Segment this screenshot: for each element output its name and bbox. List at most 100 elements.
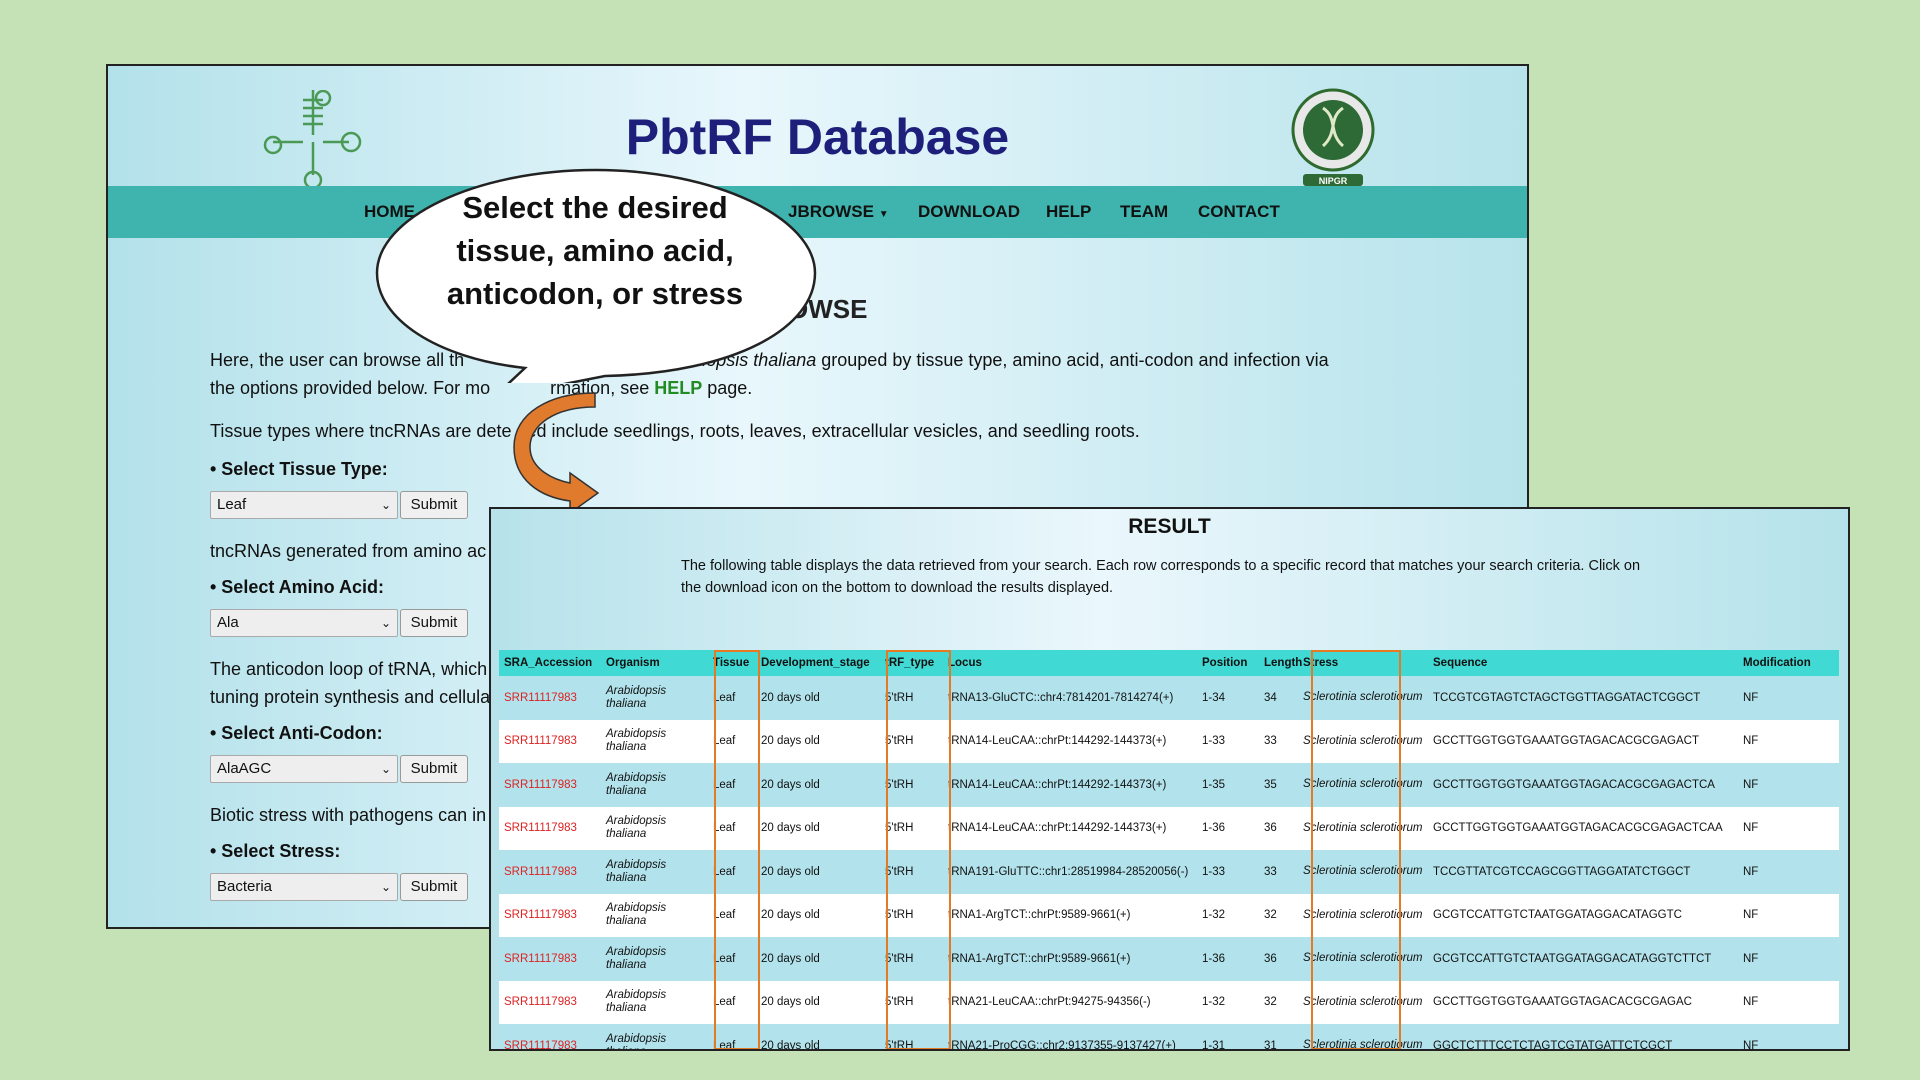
table-cell: 20 days old <box>756 719 880 763</box>
column-header[interactable]: Locus <box>943 650 1197 676</box>
table-cell: 1-33 <box>1197 719 1259 763</box>
accession-link[interactable]: SRR11117983 <box>499 893 601 937</box>
anticodon-select[interactable]: AlaAGC ⌄ <box>210 755 398 783</box>
nav-help[interactable]: HELP <box>1046 202 1091 222</box>
table-cell: GCCTTGGTGGTGAAATGGTAGACACGCGAGACTCA <box>1428 763 1738 807</box>
amino-submit-button[interactable]: Submit <box>400 609 468 637</box>
table-row: SRR11117983Arabidopsis thalianaLeaf20 da… <box>499 893 1839 937</box>
table-cell: NF <box>1738 1024 1839 1049</box>
tissue-column-highlight <box>714 650 760 1049</box>
table-cell: NF <box>1738 980 1839 1024</box>
stress-select[interactable]: Bacteria ⌄ <box>210 873 398 901</box>
nav-contact[interactable]: CONTACT <box>1198 202 1280 222</box>
accession-link[interactable]: SRR11117983 <box>499 937 601 981</box>
column-header[interactable]: Position <box>1197 650 1259 676</box>
table-cell: 34 <box>1259 676 1298 720</box>
table-cell: tRNA1-ArgTCT::chrPt:9589-9661(+) <box>943 893 1197 937</box>
table-row: SRR11117983Arabidopsis thalianaLeaf20 da… <box>499 1024 1839 1049</box>
result-panel: RESULT The following table displays the … <box>489 507 1850 1051</box>
table-cell: Arabidopsis thaliana <box>601 676 708 720</box>
table-row: SRR11117983Arabidopsis thalianaLeaf20 da… <box>499 850 1839 894</box>
stress-column-highlight <box>1311 650 1401 1049</box>
accession-link[interactable]: SRR11117983 <box>499 719 601 763</box>
table-cell: 20 days old <box>756 980 880 1024</box>
table-cell: NF <box>1738 937 1839 981</box>
table-cell: 32 <box>1259 980 1298 1024</box>
table-cell: NF <box>1738 763 1839 807</box>
nav-team[interactable]: TEAM <box>1120 202 1168 222</box>
amino-acid-select[interactable]: Ala ⌄ <box>210 609 398 637</box>
chevron-down-icon: ⌄ <box>380 762 391 776</box>
tissue-select-label: • Select Tissue Type: <box>210 459 388 479</box>
table-row: SRR11117983Arabidopsis thalianaLeaf20 da… <box>499 676 1839 720</box>
table-cell: tRNA21-LeuCAA::chrPt:94275-94356(-) <box>943 980 1197 1024</box>
column-header[interactable]: Length <box>1259 650 1302 676</box>
column-header[interactable]: SRA_Accession <box>499 650 601 676</box>
tissue-select[interactable]: Leaf ⌄ <box>210 491 398 519</box>
table-cell: NF <box>1738 806 1839 850</box>
table-cell: NF <box>1738 676 1839 720</box>
table-cell: Arabidopsis thaliana <box>601 937 708 981</box>
table-cell: 1-32 <box>1197 893 1259 937</box>
table-cell: Arabidopsis thaliana <box>601 1024 708 1049</box>
table-cell: Arabidopsis thaliana <box>601 980 708 1024</box>
table-row: SRR11117983Arabidopsis thalianaLeaf20 da… <box>499 980 1839 1024</box>
anticodon-submit-button[interactable]: Submit <box>400 755 468 783</box>
column-header[interactable]: Sequence <box>1428 650 1738 676</box>
table-cell: 31 <box>1259 1024 1298 1049</box>
table-cell: 1-36 <box>1197 806 1259 850</box>
accession-link[interactable]: SRR11117983 <box>499 676 601 720</box>
table-cell: 20 days old <box>756 893 880 937</box>
table-cell: Arabidopsis thaliana <box>601 806 708 850</box>
column-header[interactable]: Development_stage <box>756 650 880 676</box>
column-header[interactable]: Organism <box>601 650 708 676</box>
table-cell: GCCTTGGTGGTGAAATGGTAGACACGCGAGAC <box>1428 980 1738 1024</box>
nav-download[interactable]: DOWNLOAD <box>918 202 1020 222</box>
table-cell: GCCTTGGTGGTGAAATGGTAGACACGCGAGACT <box>1428 719 1738 763</box>
tissue-submit-button[interactable]: Submit <box>400 491 468 519</box>
table-cell: 1-35 <box>1197 763 1259 807</box>
result-title: RESULT <box>1128 515 1211 538</box>
table-row: SRR11117983Arabidopsis thalianaLeaf20 da… <box>499 806 1839 850</box>
table-cell: 1-36 <box>1197 937 1259 981</box>
callout-text: Select the desired tissue, amino acid, a… <box>446 190 744 311</box>
table-cell: 20 days old <box>756 937 880 981</box>
accession-link[interactable]: SRR11117983 <box>499 806 601 850</box>
table-cell: tRNA14-LeuCAA::chrPt:144292-144373(+) <box>943 719 1197 763</box>
table-cell: 1-34 <box>1197 676 1259 720</box>
dropdown-caret-icon: ▼ <box>878 209 889 220</box>
stress-select-label: • Select Stress: <box>210 841 341 861</box>
table-cell: NF <box>1738 850 1839 894</box>
table-cell: 20 days old <box>756 763 880 807</box>
nipgr-logo-icon: NIPGR <box>1291 88 1375 186</box>
table-cell: 36 <box>1259 806 1298 850</box>
table-cell: tRNA191-GluTTC::chr1:28519984-28520056(-… <box>943 850 1197 894</box>
stress-submit-button[interactable]: Submit <box>400 873 468 901</box>
table-cell: NF <box>1738 893 1839 937</box>
table-cell: TCCGTCGTAGTCTAGCTGGTTAGGATACTCGGCT <box>1428 676 1738 720</box>
table-cell: GCGTCCATTGTCTAATGGATAGGACATAGGTC <box>1428 893 1738 937</box>
table-cell: 20 days old <box>756 1024 880 1049</box>
table-cell: tRNA21-ProCGG::chr2:9137355-9137427(+) <box>943 1024 1197 1049</box>
table-cell: GCCTTGGTGGTGAAATGGTAGACACGCGAGACTCAA <box>1428 806 1738 850</box>
table-row: SRR11117983Arabidopsis thalianaLeaf20 da… <box>499 763 1839 807</box>
table-cell: 1-33 <box>1197 850 1259 894</box>
table-cell: 36 <box>1259 937 1298 981</box>
accession-link[interactable]: SRR11117983 <box>499 980 601 1024</box>
table-cell: 33 <box>1259 850 1298 894</box>
table-cell: 33 <box>1259 719 1298 763</box>
result-description: The following table displays the data re… <box>681 558 1641 596</box>
table-cell: 32 <box>1259 893 1298 937</box>
tissue-note: Tissue types where tncRNAs are dete ted i… <box>210 421 1140 441</box>
table-cell: Arabidopsis thaliana <box>601 850 708 894</box>
table-cell: GCGTCCATTGTCTAATGGATAGGACATAGGTCTTCT <box>1428 937 1738 981</box>
table-cell: Arabidopsis thaliana <box>601 893 708 937</box>
nipgr-logo-text: NIPGR <box>1319 176 1348 186</box>
column-header[interactable]: Modification <box>1738 650 1839 676</box>
table-cell: tRNA14-LeuCAA::chrPt:144292-144373(+) <box>943 763 1197 807</box>
accession-link[interactable]: SRR11117983 <box>499 850 601 894</box>
accession-link[interactable]: SRR11117983 <box>499 763 601 807</box>
amino-select-label: • Select Amino Acid: <box>210 577 384 597</box>
table-cell: Arabidopsis thaliana <box>601 719 708 763</box>
accession-link[interactable]: SRR11117983 <box>499 1024 601 1049</box>
